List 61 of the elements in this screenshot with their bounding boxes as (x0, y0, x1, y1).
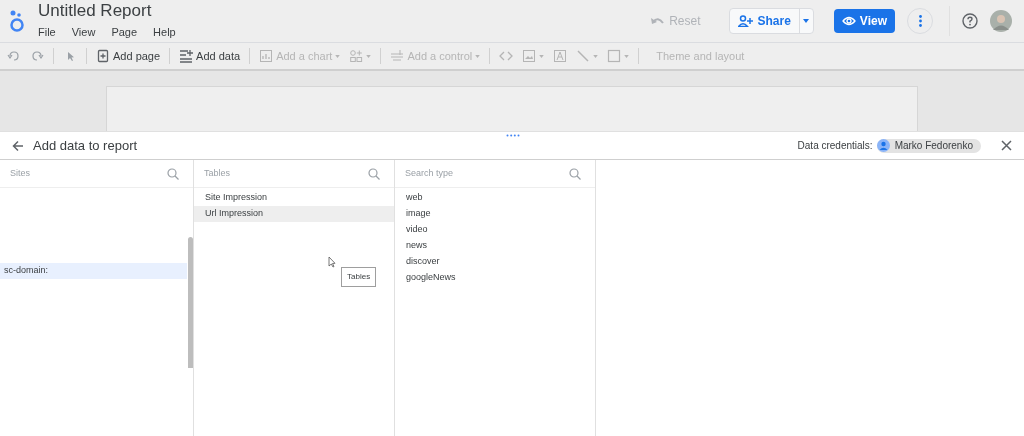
menu-item[interactable]: Page (111, 24, 138, 41)
add-data-button[interactable]: Add data (176, 45, 244, 67)
help-icon[interactable] (962, 13, 978, 29)
square-icon (607, 49, 622, 63)
search-icon[interactable] (569, 167, 581, 180)
image-icon (522, 49, 537, 63)
search-icon[interactable] (368, 167, 380, 180)
list-item[interactable]: sc-domain: (0, 263, 187, 279)
add-person-icon (737, 15, 754, 27)
report-title[interactable]: Untitled Report (38, 1, 176, 22)
list-item[interactable]: news (395, 238, 595, 254)
chart-icon (259, 49, 274, 63)
undo-icon (7, 49, 21, 63)
caret-icon (624, 54, 630, 58)
panel-title: Add data to report (33, 136, 138, 155)
scrollbar[interactable] (188, 237, 193, 368)
menu-item[interactable]: Help (153, 24, 176, 41)
shapes-icon (349, 49, 364, 63)
search-field[interactable]: Tables (204, 166, 368, 181)
sliders-icon (390, 49, 405, 63)
search-field[interactable]: Search type (405, 166, 569, 181)
caret-icon (366, 54, 372, 58)
list-item[interactable]: web (395, 190, 595, 206)
redo-icon (30, 49, 44, 63)
list-item[interactable]: Url Impression (194, 206, 394, 222)
list-item[interactable]: image (395, 206, 595, 222)
text-box-icon (553, 49, 568, 63)
line-icon (576, 49, 591, 63)
caret-icon (335, 54, 341, 58)
close-icon[interactable] (1001, 140, 1012, 151)
tooltip: Tables (341, 267, 377, 287)
caret-icon (593, 54, 599, 58)
credentials-label: Data credentials: (797, 139, 873, 153)
list-item[interactable]: discover (395, 254, 595, 270)
cursor-icon (328, 256, 336, 268)
user-chip[interactable]: Marko Fedorenko (876, 138, 981, 153)
menu-item[interactable]: View (71, 24, 96, 41)
add-page-icon (96, 49, 110, 63)
list-item[interactable]: video (395, 222, 595, 238)
caret-icon (803, 19, 810, 23)
caret-icon (539, 54, 545, 58)
eye-icon (841, 16, 856, 26)
add-data-icon (179, 49, 194, 63)
caret-icon (475, 54, 481, 58)
avatar-icon[interactable] (990, 10, 1012, 32)
list-item[interactable]: Site Impression (194, 190, 394, 206)
person-icon (876, 139, 890, 152)
credentials-user: Marko Fedorenko (894, 139, 973, 153)
back-arrow-icon[interactable] (12, 139, 24, 152)
code-icon (499, 49, 514, 63)
menu-item[interactable]: File (38, 24, 56, 41)
search-field[interactable]: Sites (10, 166, 167, 181)
search-icon[interactable] (167, 167, 179, 180)
view-button[interactable]: View (833, 9, 895, 33)
list-item[interactable]: googleNews (395, 270, 595, 286)
share-button[interactable]: Share (729, 9, 799, 33)
drag-handle-icon[interactable] (506, 134, 520, 137)
more-icon (918, 15, 922, 27)
add-page-button[interactable]: Add page (93, 45, 164, 67)
logo-icon (8, 9, 26, 33)
undo-icon (651, 16, 666, 26)
